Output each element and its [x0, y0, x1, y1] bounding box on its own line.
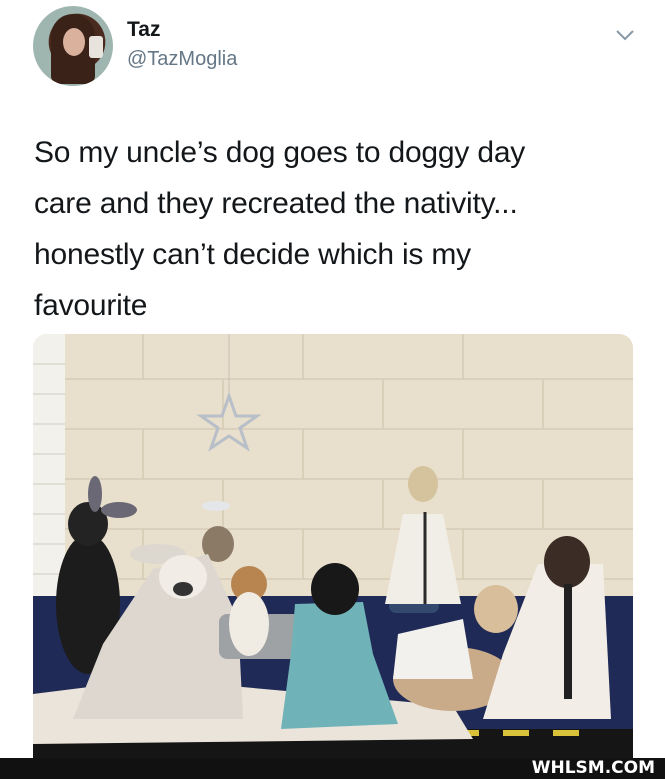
author-handle[interactable]: @TazMoglia	[127, 48, 237, 71]
chevron-down-icon[interactable]	[614, 24, 636, 46]
tweet-text-line: favourite	[34, 289, 148, 322]
tweet-text-line: honestly can’t decide which is my	[34, 238, 471, 271]
author-avatar[interactable]	[33, 6, 113, 86]
tweet-text-line: care and they recreated the nativity...	[34, 187, 518, 220]
tweet-text: So my uncle’s dog goes to doggy day care…	[34, 127, 634, 331]
nativity-dogs-photo	[33, 334, 633, 758]
tweet-text-line: So my uncle’s dog goes to doggy day	[34, 136, 526, 169]
watermark-text: WHLSM.COM	[531, 758, 655, 778]
watermark-bar: WHLSM.COM	[0, 758, 665, 779]
tweet-photo[interactable]	[33, 334, 633, 758]
author-name[interactable]: Taz	[127, 18, 160, 42]
